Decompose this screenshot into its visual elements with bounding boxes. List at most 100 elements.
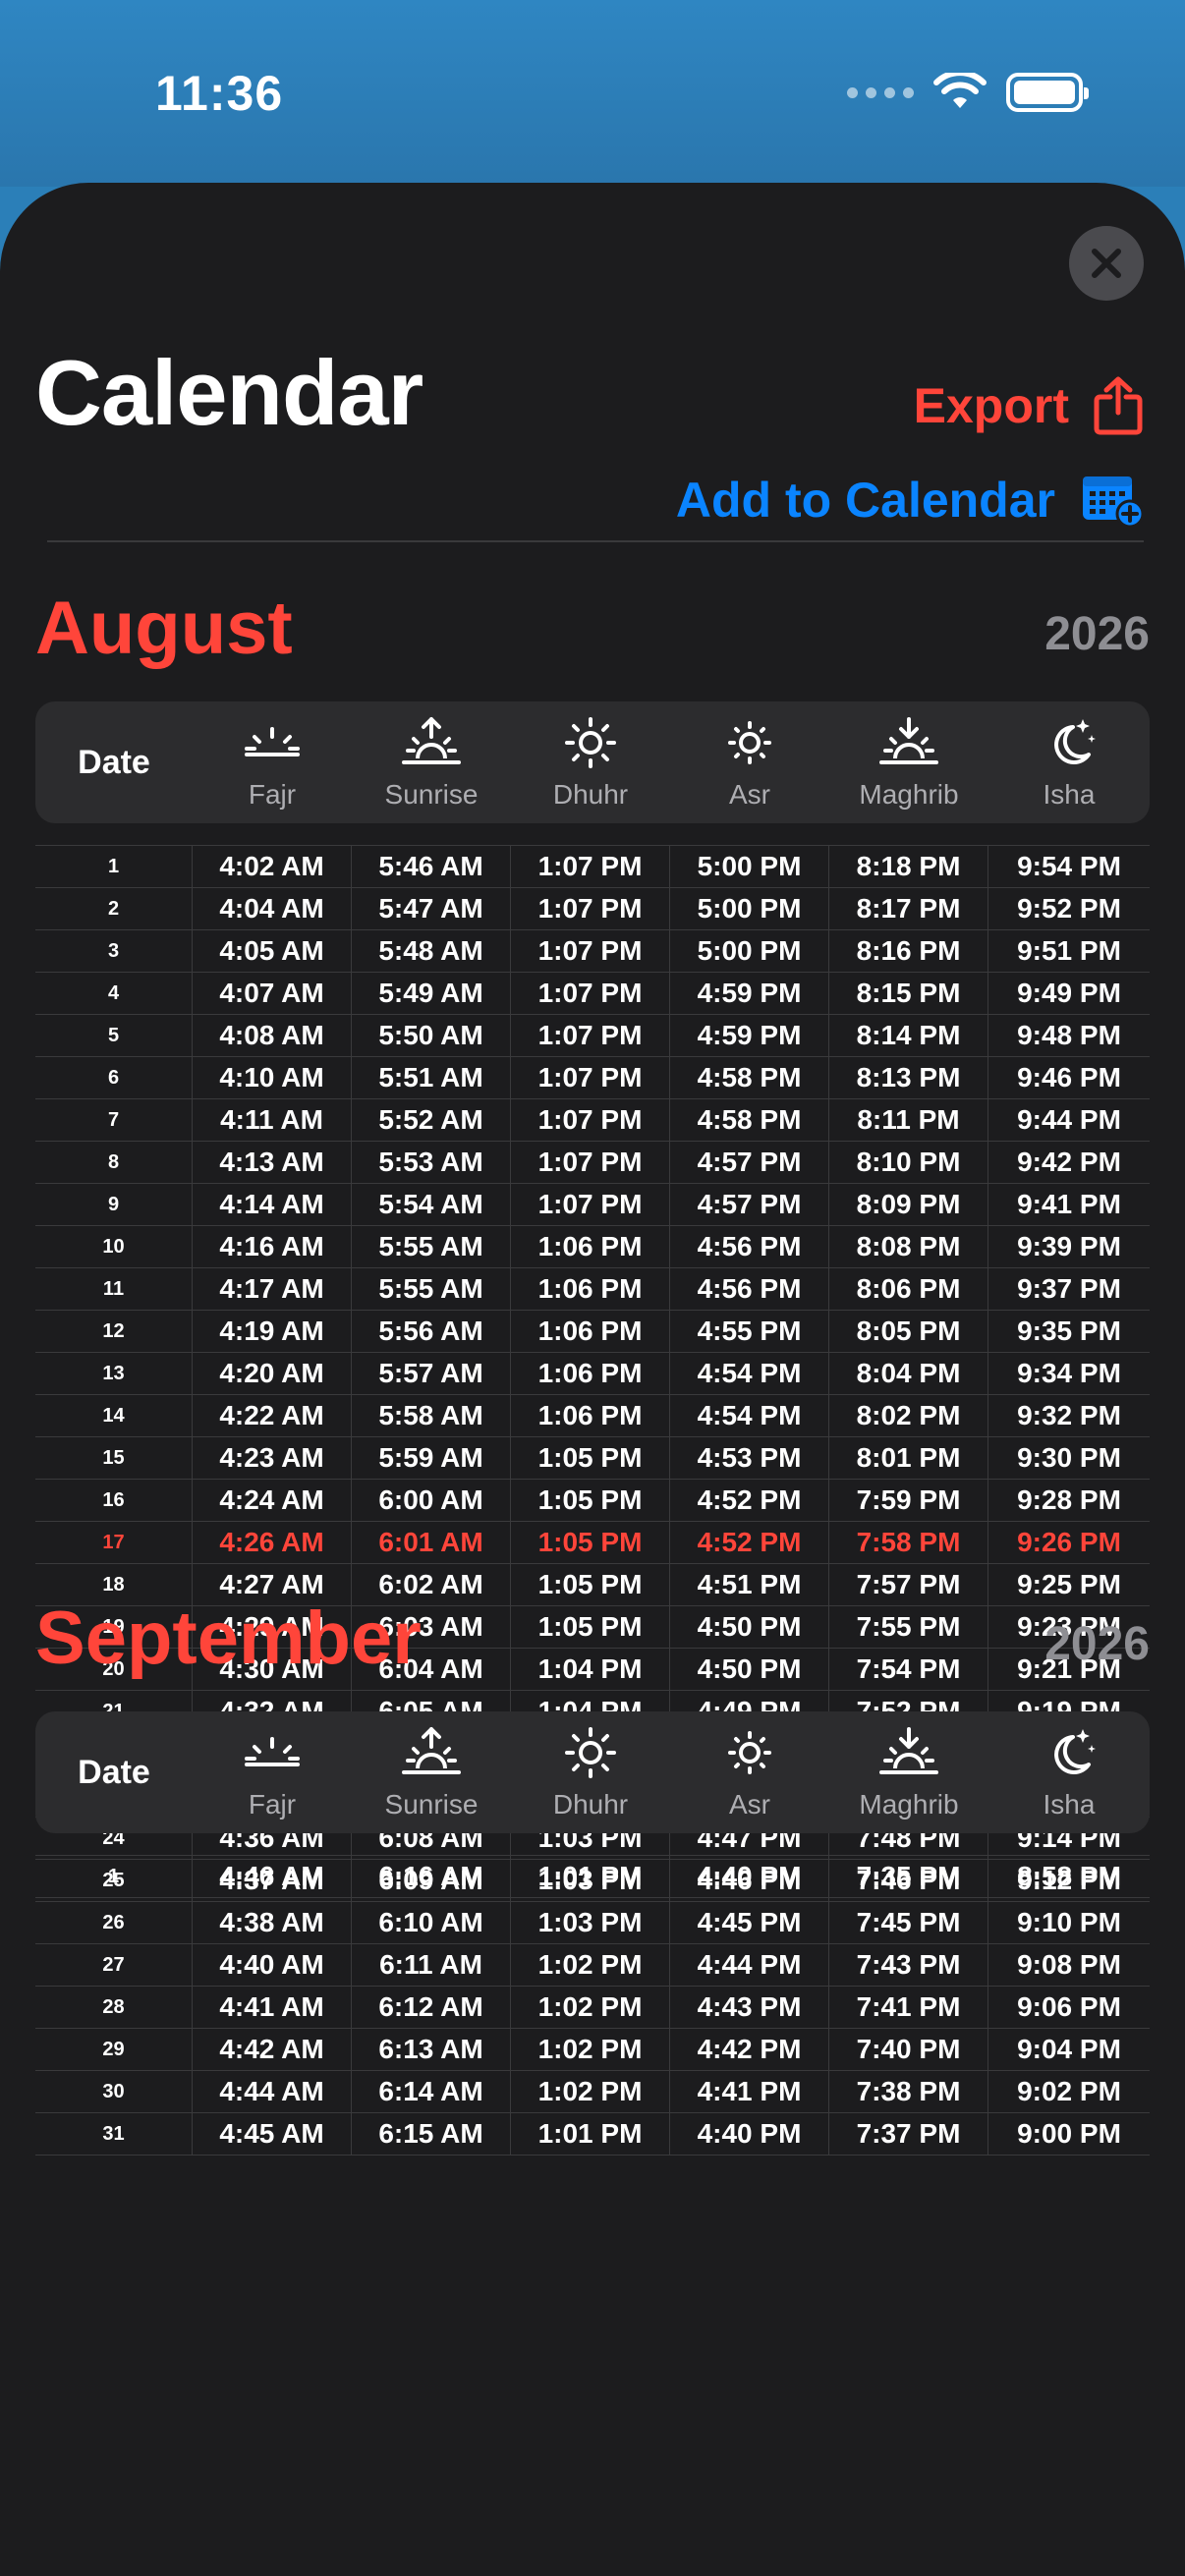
time-cell: 4:45 AM [193, 2113, 352, 2156]
status-time: 11:36 [155, 66, 284, 121]
time-cell: 8:06 PM [829, 1268, 988, 1311]
time-cell: 6:14 AM [352, 2071, 511, 2113]
time-cell: 4:04 AM [193, 888, 352, 930]
date-cell: 1 [35, 846, 193, 888]
date-cell: 28 [35, 1987, 193, 2029]
time-cell: 4:22 AM [193, 1395, 352, 1437]
column-label: Isha [1043, 778, 1096, 810]
time-cell: 1:06 PM [511, 1311, 670, 1353]
time-cell: 6:01 AM [352, 1522, 511, 1564]
time-cell: 4:55 PM [670, 1311, 829, 1353]
time-cell: 4:40 PM [670, 1856, 829, 1898]
date-cell: 1 [35, 1856, 193, 1898]
time-cell: 4:40 PM [670, 2113, 829, 2156]
time-cell: 4:44 PM [670, 1944, 829, 1987]
time-cell: 1:01 PM [511, 1856, 670, 1898]
time-cell: 4:02 AM [193, 846, 352, 888]
time-cell: 1:07 PM [511, 930, 670, 973]
time-cell: 4:43 PM [670, 1987, 829, 2029]
time-cell: 5:51 AM [352, 1057, 511, 1099]
time-cell: 5:54 AM [352, 1184, 511, 1226]
date-cell: 4 [35, 973, 193, 1015]
time-cell: 1:02 PM [511, 1987, 670, 2029]
time-cell: 4:42 PM [670, 2029, 829, 2071]
time-cell: 4:45 PM [670, 1902, 829, 1944]
date-column-label: Date [78, 743, 150, 781]
export-button[interactable]: Export [914, 375, 1144, 436]
time-cell: 8:05 PM [829, 1311, 988, 1353]
time-cell: 6:00 AM [352, 1480, 511, 1522]
time-cell: 7:59 PM [829, 1480, 988, 1522]
time-cell: 4:44 AM [193, 2071, 352, 2113]
time-cell: 4:58 PM [670, 1099, 829, 1142]
wifi-icon [933, 73, 987, 108]
time-cell: 6:12 AM [352, 1987, 511, 2029]
time-cell: 5:55 AM [352, 1268, 511, 1311]
time-cell: 4:59 PM [670, 1015, 829, 1057]
battery-icon [1006, 73, 1089, 112]
time-cell: 5:58 AM [352, 1395, 511, 1437]
time-cell: 5:55 AM [352, 1226, 511, 1268]
time-cell: 6:16 AM [352, 1856, 511, 1898]
time-cell: 1:02 PM [511, 1944, 670, 1987]
date-cell: 14 [35, 1395, 193, 1437]
time-cell: 9:44 PM [988, 1099, 1150, 1142]
column-maghrib: Maghrib [829, 1725, 988, 1820]
dhuhr-icon [559, 715, 622, 777]
date-cell: 31 [35, 2113, 193, 2156]
column-header: Date Fajr Sunrise Dhuhr Asr Maghrib Isha [35, 701, 1150, 823]
close-button[interactable] [1069, 226, 1144, 301]
time-cell: 5:53 AM [352, 1142, 511, 1184]
time-cell: 5:57 AM [352, 1353, 511, 1395]
time-cell: 7:37 PM [829, 2113, 988, 2156]
asr-icon [718, 1725, 781, 1787]
time-cell: 1:07 PM [511, 846, 670, 888]
time-cell: 4:40 AM [193, 1944, 352, 1987]
column-dhuhr: Dhuhr [511, 1725, 670, 1820]
date-column-label: Date [78, 1753, 150, 1791]
time-cell: 5:48 AM [352, 930, 511, 973]
month-year: 2026 [1044, 1618, 1150, 1670]
time-cell: 4:56 PM [670, 1268, 829, 1311]
time-cell: 8:16 PM [829, 930, 988, 973]
column-header: Date Fajr Sunrise Dhuhr Asr Maghrib Isha [35, 1711, 1150, 1833]
date-cell: 3 [35, 930, 193, 973]
time-cell: 4:10 AM [193, 1057, 352, 1099]
time-cell: 5:56 AM [352, 1311, 511, 1353]
date-cell: 27 [35, 1944, 193, 1987]
time-cell: 5:00 PM [670, 888, 829, 930]
time-cell: 9:41 PM [988, 1184, 1150, 1226]
time-cell: 7:35 PM [829, 1856, 988, 1898]
column-label: Sunrise [384, 1788, 479, 1820]
time-cell: 9:04 PM [988, 2029, 1150, 2071]
asr-icon [718, 715, 781, 777]
time-cell: 4:11 AM [193, 1099, 352, 1142]
time-cell: 4:38 AM [193, 1902, 352, 1944]
time-cell: 9:02 PM [988, 2071, 1150, 2113]
time-cell: 9:26 PM [988, 1522, 1150, 1564]
date-cell: 26 [35, 1902, 193, 1944]
sunrise-icon [400, 715, 463, 777]
column-asr: Asr [670, 715, 829, 811]
time-cell: 8:04 PM [829, 1353, 988, 1395]
time-cell: 4:13 AM [193, 1142, 352, 1184]
column-fajr: Fajr [193, 715, 352, 811]
maghrib-icon [877, 715, 940, 777]
add-to-calendar-button[interactable]: Add to Calendar [676, 472, 1144, 529]
time-cell: 4:57 PM [670, 1142, 829, 1184]
time-cell: 1:07 PM [511, 1184, 670, 1226]
column-label: Asr [729, 778, 770, 810]
time-cell: 5:47 AM [352, 888, 511, 930]
status-icons [847, 73, 1089, 112]
column-label: Asr [729, 1788, 770, 1820]
time-cell: 8:14 PM [829, 1015, 988, 1057]
time-cell: 8:10 PM [829, 1142, 988, 1184]
column-dhuhr: Dhuhr [511, 715, 670, 811]
time-cell: 4:52 PM [670, 1522, 829, 1564]
time-cell: 9:32 PM [988, 1395, 1150, 1437]
column-label: Sunrise [384, 778, 479, 810]
time-cell: 4:20 AM [193, 1353, 352, 1395]
time-cell: 9:48 PM [988, 1015, 1150, 1057]
cellular-icon [847, 86, 914, 98]
month-name: September [35, 1596, 422, 1680]
